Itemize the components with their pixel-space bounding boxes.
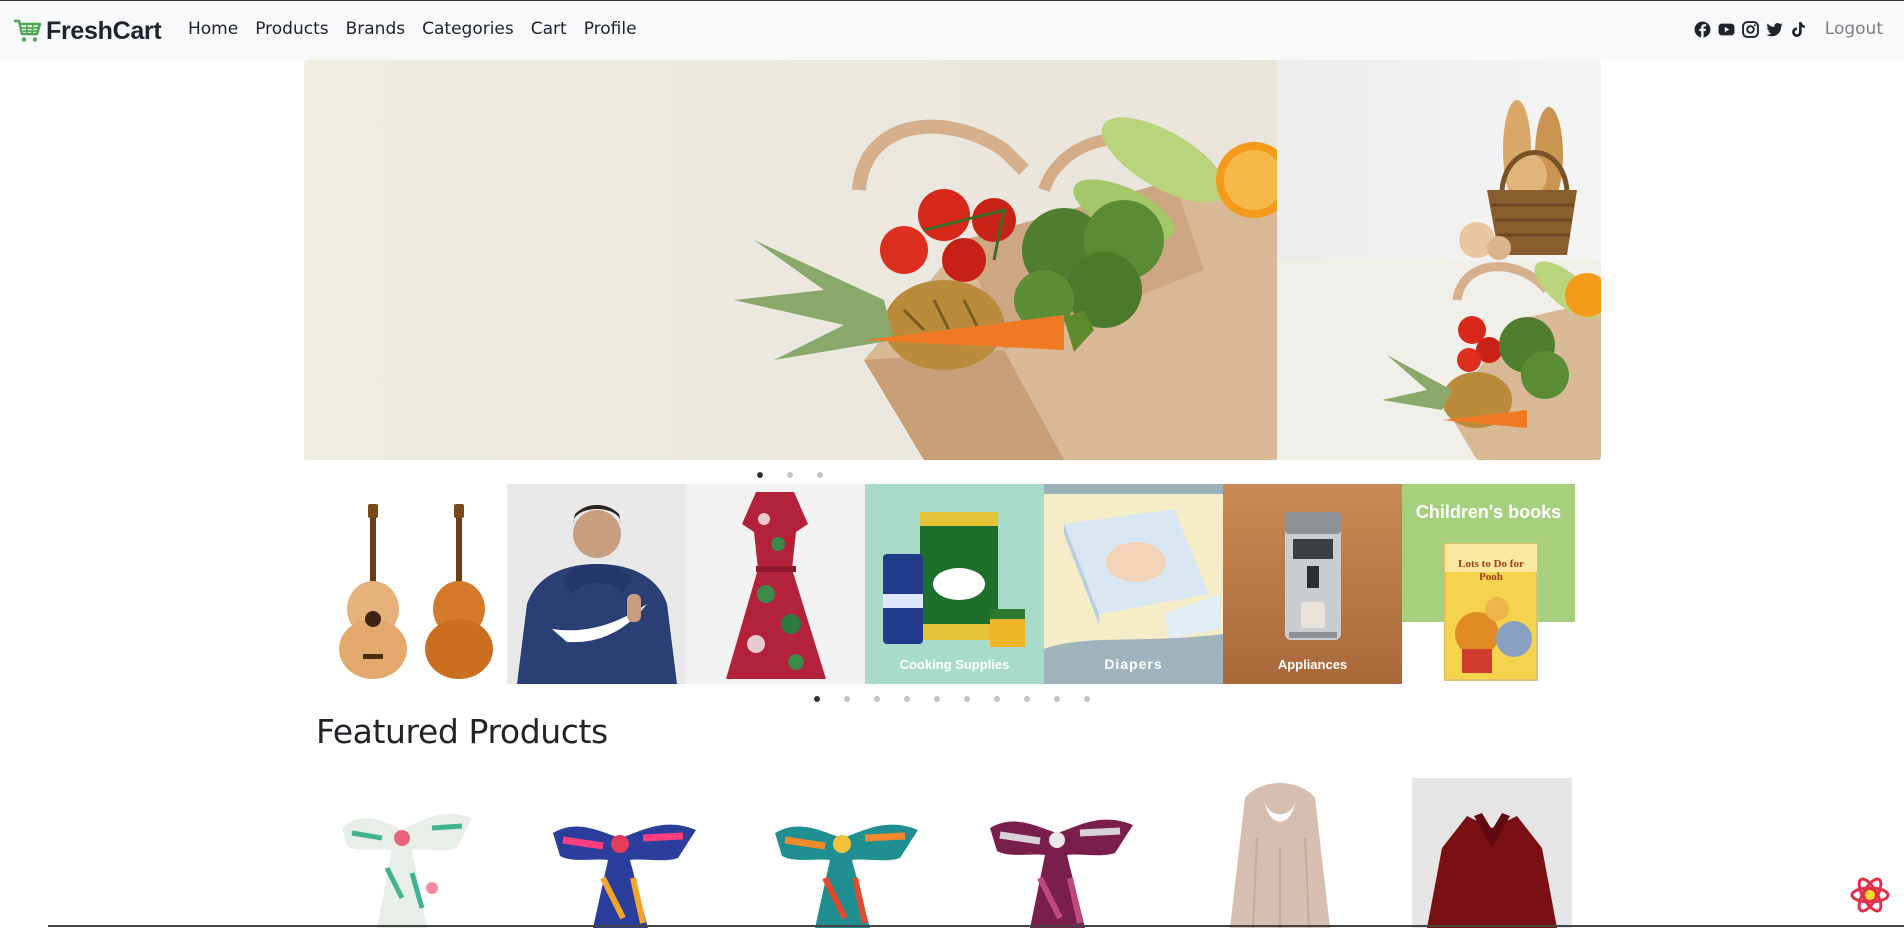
appliances-image [1223, 484, 1402, 684]
hoodie-image [507, 484, 686, 684]
nav-cart[interactable]: Cart [531, 19, 567, 39]
category-tile-appliances[interactable]: Appliances [1223, 484, 1402, 684]
nav-categories[interactable]: Categories [422, 19, 514, 39]
category-dot-9[interactable] [1054, 696, 1060, 702]
category-slider: Cooking Supplies Diapers Appliances Chil… [328, 484, 1575, 684]
featured-products-title: Featured Products [316, 712, 608, 751]
category-dot-2[interactable] [844, 696, 850, 702]
category-dot-5[interactable] [934, 696, 940, 702]
category-tile-childrens-books[interactable]: Children's books Lots to Do for Pooh [1402, 484, 1575, 684]
category-dot-1[interactable] [814, 696, 820, 702]
product-card-scarf-4[interactable] [985, 778, 1135, 928]
dress-image [686, 484, 865, 684]
category-tile-guitars[interactable] [328, 484, 507, 684]
category-slider-dots [814, 696, 1114, 702]
guitars-image [328, 484, 507, 684]
hero-side-grocery-image[interactable] [1277, 260, 1601, 460]
category-caption: Appliances [1277, 657, 1348, 672]
facebook-icon[interactable] [1693, 20, 1712, 39]
product-card-scarf-3[interactable] [770, 778, 920, 928]
bread-basket-image [1277, 60, 1601, 260]
category-caption: Cooking Supplies [899, 657, 1010, 672]
navbar: FreshCart Home Products Brands Categorie… [0, 0, 1904, 60]
react-devtools-icon[interactable] [1849, 875, 1891, 915]
grocery-bag-image [304, 60, 1277, 460]
product-card-blouse[interactable] [1412, 778, 1572, 928]
diapers-image [1044, 484, 1223, 684]
nav-brands[interactable]: Brands [346, 19, 406, 39]
nav-home[interactable]: Home [188, 19, 238, 39]
cooking-supplies-image [865, 484, 1044, 684]
youtube-icon[interactable] [1717, 20, 1736, 39]
hero-dot-1[interactable] [757, 472, 763, 478]
category-dot-10[interactable] [1084, 696, 1090, 702]
scarf-image [548, 778, 698, 928]
brand-name: FreshCart [46, 16, 162, 45]
category-tile-mens-hoodie[interactable] [507, 484, 686, 684]
category-dot-6[interactable] [964, 696, 970, 702]
nav-right: Logout [1693, 19, 1883, 39]
category-dot-3[interactable] [874, 696, 880, 702]
nav-profile[interactable]: Profile [584, 19, 637, 39]
logout-link[interactable]: Logout [1825, 19, 1883, 39]
hero-slider-main[interactable] [304, 60, 1277, 460]
hero-dot-3[interactable] [817, 472, 823, 478]
hero-slider-dots [757, 472, 847, 478]
books-title: Children's books [1415, 502, 1562, 522]
hero-side-bread-image[interactable] [1277, 60, 1601, 260]
category-tile-cooking-supplies[interactable]: Cooking Supplies [865, 484, 1044, 684]
main-nav: Home Products Brands Categories Cart Pro… [188, 19, 654, 39]
category-dot-8[interactable] [1024, 696, 1030, 702]
category-caption: Diapers [1104, 656, 1163, 672]
scarf-image [985, 778, 1135, 928]
scarf-image [770, 778, 920, 928]
scarf-image [1205, 778, 1355, 928]
category-tile-diapers[interactable]: Diapers [1044, 484, 1223, 684]
bottom-edge-line [48, 925, 1904, 927]
category-dot-4[interactable] [904, 696, 910, 702]
twitter-icon[interactable] [1765, 20, 1784, 39]
nav-products[interactable]: Products [255, 19, 328, 39]
blouse-image [1412, 778, 1572, 928]
hero-dot-2[interactable] [787, 472, 793, 478]
product-card-scarf-5[interactable] [1205, 778, 1355, 928]
grocery-bag-small-image [1277, 260, 1601, 460]
tiktok-icon[interactable] [1789, 20, 1808, 39]
cart-icon [14, 19, 42, 42]
scarf-image [332, 778, 482, 928]
product-card-scarf-1[interactable] [332, 778, 482, 928]
instagram-icon[interactable] [1741, 20, 1760, 39]
category-tile-dress[interactable] [686, 484, 865, 684]
book-cover-text: Lots to Do for Pooh [1458, 558, 1524, 583]
category-dot-7[interactable] [994, 696, 1000, 702]
brand-logo[interactable]: FreshCart [12, 14, 162, 48]
product-card-scarf-2[interactable] [548, 778, 698, 928]
